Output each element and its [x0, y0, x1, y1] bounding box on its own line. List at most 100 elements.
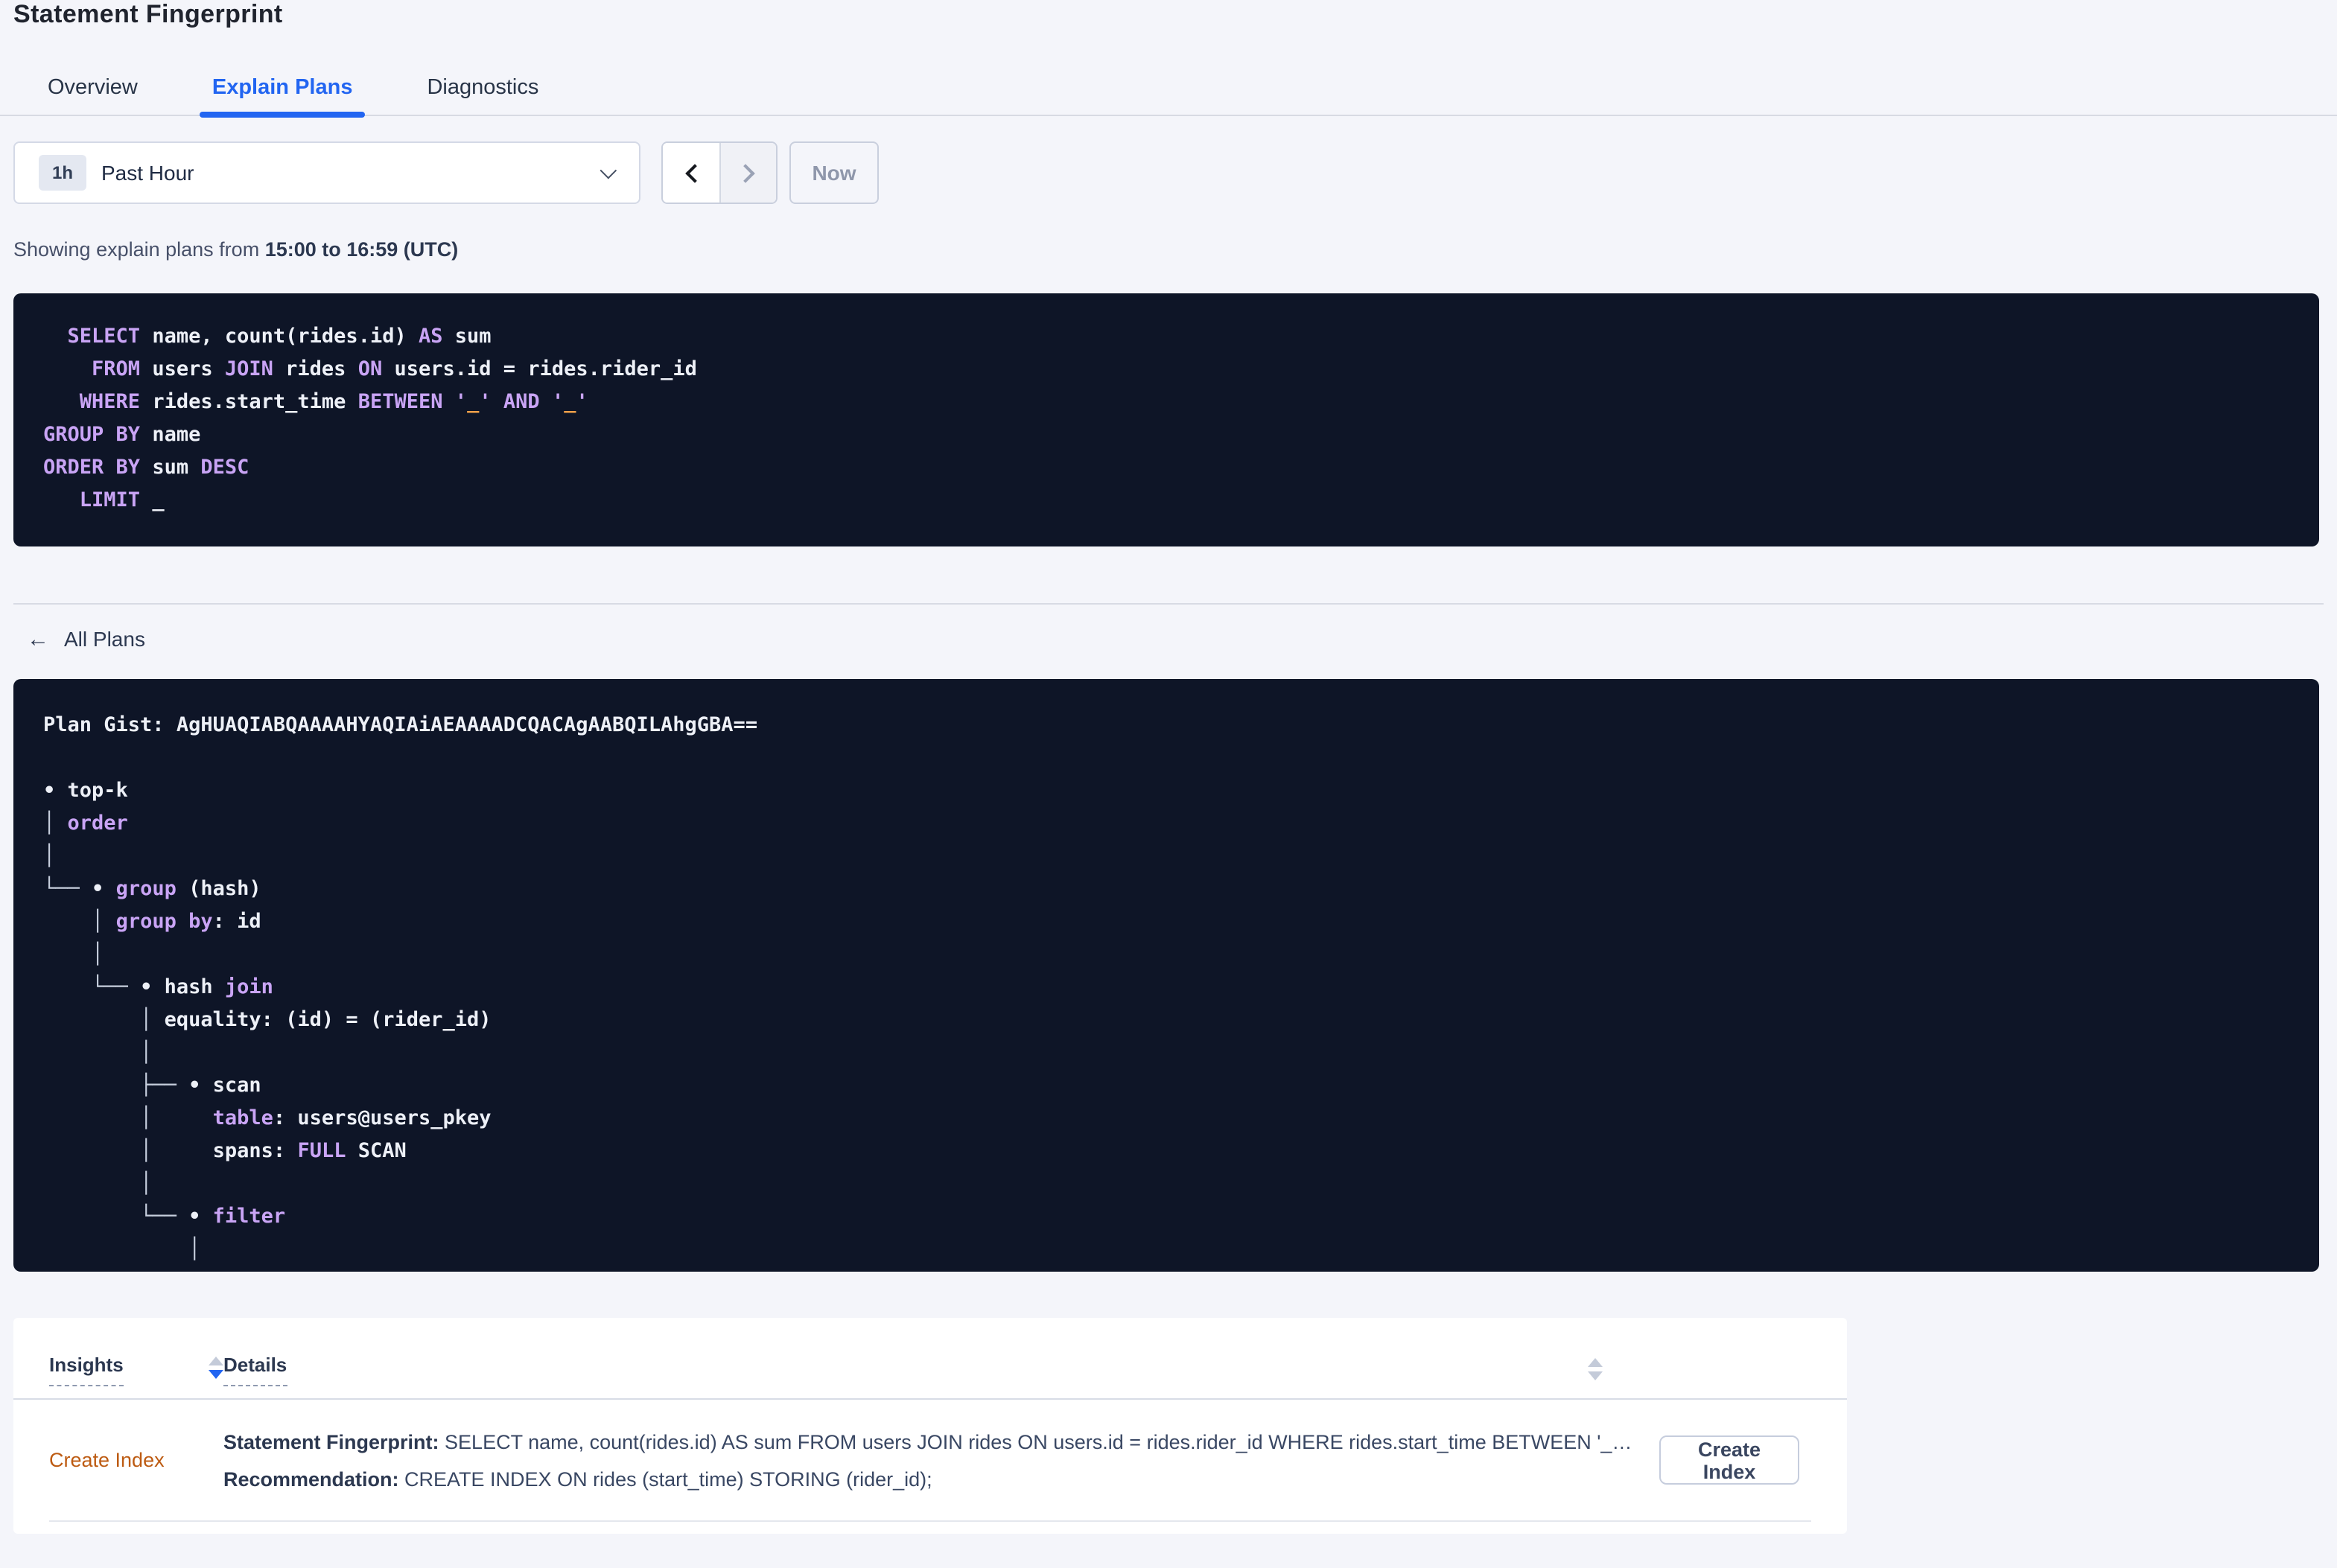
code-token: name, count(rides.id)	[140, 325, 419, 348]
chevron-right-icon	[736, 163, 755, 182]
code-line: │ table: users@users_pkey	[43, 1102, 2289, 1135]
code-token: filter	[212, 1205, 286, 1228]
code-token: GROUP BY	[43, 423, 141, 447]
code-token: │	[140, 1008, 165, 1032]
code-token: equality: (id) = (rider_id)	[164, 1008, 492, 1032]
code-line: └── • hash join	[43, 971, 2289, 1004]
code-line: │ group by: id	[43, 905, 2289, 938]
code-token: _	[140, 488, 165, 512]
sort-down-icon	[1588, 1371, 1603, 1380]
create-index-link[interactable]: Create Index	[49, 1448, 165, 1470]
code-token: group	[115, 877, 177, 901]
code-token: BETWEEN	[357, 390, 443, 414]
code-token: : users@users_pkey	[273, 1106, 492, 1130]
chevron-left-icon	[684, 163, 704, 182]
insights-table-header: Insights Details	[13, 1318, 1847, 1400]
code-token: • hash	[140, 975, 225, 999]
tab-diagnostics[interactable]: Diagnostics	[415, 61, 550, 115]
code-token: join	[224, 975, 273, 999]
plan-gist-block: Plan Gist: AgHUAQIABQAAAAHYAQIAiAEAAAADC…	[13, 679, 2319, 1272]
code-line: FROM users JOIN rides ON users.id = ride…	[43, 353, 2289, 386]
section-divider	[13, 603, 2324, 605]
code-token: sum	[442, 325, 492, 348]
code-token: '	[454, 390, 468, 414]
code-line: │	[43, 938, 2289, 971]
insights-table-card: Insights Details Create Index Statement …	[13, 1318, 1847, 1534]
time-pager	[661, 141, 778, 204]
sort-icon-details	[1588, 1358, 1603, 1380]
code-token: └──	[43, 877, 92, 901]
tab-overview[interactable]: Overview	[36, 61, 150, 115]
plan-gist-value: AgHUAQIABQAAAAHYAQIAiAEAAAADCQACAgAABQIL…	[176, 713, 758, 737]
next-interval-button[interactable]	[719, 143, 776, 203]
code-line: │	[43, 840, 2289, 873]
create-index-button[interactable]: Create Index	[1659, 1435, 1799, 1485]
code-token: table	[212, 1106, 273, 1130]
code-token: │	[43, 844, 56, 868]
code-token: │	[43, 812, 68, 835]
code-token: order	[67, 812, 128, 835]
statement-fingerprint-page: Statement Fingerprint Overview Explain P…	[0, 0, 2337, 1568]
code-token: LIMIT	[79, 488, 141, 512]
code-token: name	[140, 423, 201, 447]
all-plans-label: All Plans	[64, 627, 145, 651]
chevron-down-icon	[600, 162, 617, 179]
code-token: • scan	[188, 1074, 261, 1097]
code-token: '	[576, 390, 588, 414]
back-arrow-icon: ←	[27, 626, 49, 651]
time-controls: 1h Past Hour Now	[13, 141, 879, 204]
code-token: └──	[92, 975, 141, 999]
code-token: _	[467, 390, 480, 414]
details-header-label: Details	[223, 1354, 287, 1386]
code-token: '	[479, 390, 492, 414]
tab-bar: Overview Explain Plans Diagnostics	[0, 61, 2337, 118]
details-cell: Statement Fingerprint: SELECT name, coun…	[223, 1423, 1659, 1497]
code-line: │ spans: FULL SCAN	[43, 1135, 2289, 1167]
code-token: SELECT	[67, 325, 141, 348]
detail-label: Statement Fingerprint:	[223, 1430, 439, 1453]
code-line: │	[43, 1233, 2289, 1266]
code-line: SELECT name, count(rides.id) AS sum	[43, 320, 2289, 353]
sort-up-icon	[1588, 1358, 1603, 1367]
code-line: │	[43, 1036, 2289, 1069]
status-prefix: Showing explain plans from	[13, 238, 265, 261]
code-token: •	[188, 1205, 213, 1228]
code-token: (hash)	[176, 877, 261, 901]
code-token: rides.start_time	[140, 390, 358, 414]
tab-explain-plans[interactable]: Explain Plans	[200, 61, 366, 118]
status-time-range: 15:00 to 16:59 (UTC)	[264, 238, 459, 261]
time-range-dropdown[interactable]: 1h Past Hour	[13, 141, 640, 204]
code-token: '	[551, 390, 565, 414]
time-interval-badge: 1h	[39, 155, 86, 191]
code-token: AS	[418, 325, 443, 348]
code-line: GROUP BY name	[43, 418, 2289, 451]
code-token: │	[92, 943, 104, 966]
column-header-details[interactable]: Details	[223, 1354, 287, 1386]
detail-label: Recommendation:	[223, 1467, 399, 1490]
code-line: • top-k	[43, 774, 2289, 807]
code-line: └── • filter	[43, 1200, 2289, 1233]
insight-cell: Create Index	[49, 1447, 223, 1473]
code-line: │ order	[43, 807, 2289, 840]
code-line: LIMIT _	[43, 484, 2289, 517]
sql-statement-block: SELECT name, count(rides.id) AS sum FROM…	[13, 293, 2319, 546]
sort-down-icon	[209, 1370, 223, 1379]
all-plans-back-link[interactable]: ← All Plans	[27, 627, 145, 651]
previous-interval-button[interactable]	[663, 143, 719, 203]
now-button[interactable]: Now	[789, 141, 879, 204]
column-header-insights[interactable]: Insights	[49, 1354, 223, 1386]
code-line: ORDER BY sum DESC	[43, 451, 2289, 484]
